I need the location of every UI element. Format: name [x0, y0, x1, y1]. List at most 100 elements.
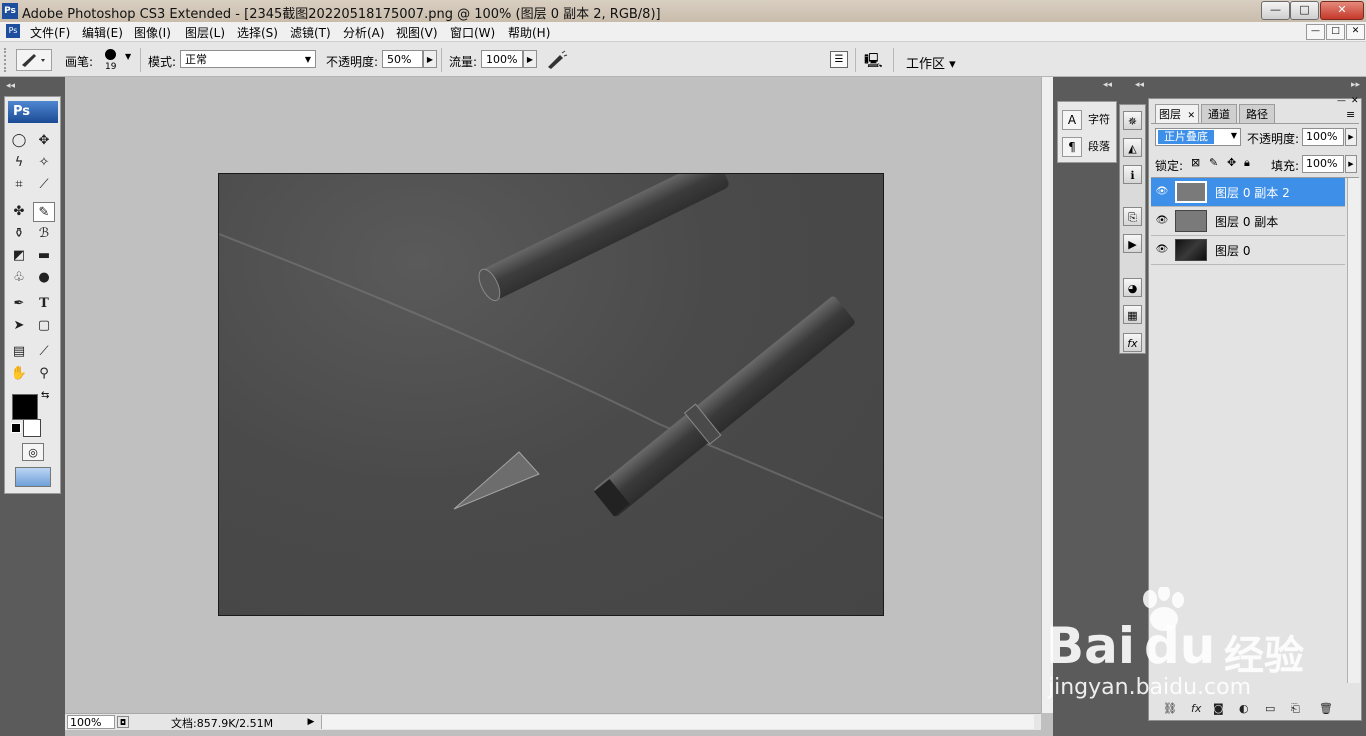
layer-row[interactable]: 👁︎ 图层 0: [1151, 236, 1345, 265]
doc-restore-button[interactable]: □: [1326, 24, 1345, 40]
layer-style-icon[interactable]: fx: [1191, 702, 1201, 715]
notes-tool-icon[interactable]: ▤: [8, 342, 30, 362]
doc-close-button[interactable]: ✕: [1346, 24, 1365, 40]
toolbox-logo[interactable]: Ps: [8, 101, 58, 123]
swatches-icon[interactable]: ▦: [1123, 305, 1142, 324]
navigator-icon[interactable]: ✵: [1123, 111, 1142, 130]
fill-slider-button[interactable]: ▶: [1345, 155, 1357, 173]
flow-slider-button[interactable]: ▶: [523, 50, 537, 68]
tab-layers[interactable]: 图层 ✕: [1155, 104, 1199, 123]
marquee-tool-icon[interactable]: ◯: [8, 131, 30, 151]
actions-icon[interactable]: ▶: [1123, 234, 1142, 253]
eye-icon[interactable]: 👁︎: [1154, 242, 1170, 258]
lasso-tool-icon[interactable]: ϟ: [8, 153, 30, 173]
crop-tool-icon[interactable]: ⌗: [8, 175, 30, 195]
tab-close-icon[interactable]: ✕: [1187, 111, 1195, 121]
magic-wand-tool-icon[interactable]: ✧: [33, 153, 55, 173]
panel-close-icon[interactable]: ✕: [1351, 96, 1359, 106]
adjustment-layer-icon[interactable]: ◐: [1239, 702, 1249, 715]
tool-preset-picker[interactable]: [16, 49, 52, 71]
flow-input[interactable]: 100%: [481, 50, 523, 68]
type-tool-icon[interactable]: T: [33, 294, 55, 314]
expand-arrows-icon[interactable]: ▸▸: [1351, 80, 1360, 90]
tab-channels[interactable]: 通道: [1201, 104, 1237, 123]
palette-well-icon[interactable]: ☰: [830, 51, 848, 68]
new-group-icon[interactable]: ▭: [1265, 702, 1275, 715]
doc-minimize-button[interactable]: —: [1306, 24, 1325, 40]
gradient-tool-icon[interactable]: ▬: [33, 246, 55, 266]
tab-paths[interactable]: 路径: [1239, 104, 1275, 123]
collapse-arrows-icon[interactable]: ◂◂: [1103, 80, 1112, 90]
healing-brush-tool-icon[interactable]: ✤: [8, 202, 30, 222]
history-icon[interactable]: ⎘: [1123, 207, 1142, 226]
menu-view[interactable]: 视图(V): [396, 24, 438, 41]
status-arrow-icon[interactable]: ▶: [305, 715, 317, 729]
path-selection-tool-icon[interactable]: ➤: [8, 316, 30, 336]
slice-tool-icon[interactable]: ⟋: [33, 175, 55, 195]
menu-image[interactable]: 图像(I): [134, 24, 171, 41]
styles-icon[interactable]: fx: [1123, 333, 1142, 352]
foreground-color-swatch[interactable]: [12, 394, 38, 420]
lock-transparent-icon[interactable]: ⊠: [1191, 156, 1200, 169]
menu-edit[interactable]: 编辑(E): [82, 24, 123, 41]
layer-name[interactable]: 图层 0 副本 2: [1215, 184, 1290, 201]
history-brush-tool-icon[interactable]: ℬ: [33, 224, 55, 244]
layer-name[interactable]: 图层 0: [1215, 242, 1250, 259]
layers-scrollbar[interactable]: [1347, 178, 1360, 683]
delete-layer-icon[interactable]: 🗑︎: [1319, 702, 1333, 715]
maximize-button[interactable]: □: [1290, 1, 1319, 20]
zoom-tool-icon[interactable]: ⚲: [33, 364, 55, 384]
eyedropper-tool-icon[interactable]: ⟋: [33, 342, 55, 362]
eye-icon[interactable]: 👁︎: [1154, 213, 1170, 229]
move-tool-icon[interactable]: ✥: [33, 131, 55, 151]
document-image[interactable]: [218, 173, 884, 616]
collapse-arrows-icon[interactable]: ◂◂: [6, 81, 15, 91]
menu-analysis[interactable]: 分析(A): [343, 24, 385, 41]
workspace-menu[interactable]: 工作区 ▾: [906, 53, 956, 72]
shape-tool-icon[interactable]: ▢: [33, 316, 55, 336]
panel-minimize-icon[interactable]: —: [1337, 96, 1346, 106]
paragraph-panel-button[interactable]: ¶ 段落: [1062, 136, 1114, 158]
close-button[interactable]: ✕: [1320, 1, 1364, 20]
quick-mask-icon[interactable]: ◎: [22, 443, 44, 461]
menu-help[interactable]: 帮助(H): [508, 24, 550, 41]
panel-menu-icon[interactable]: ≡: [1346, 108, 1355, 121]
options-grip[interactable]: [4, 48, 12, 72]
menu-file[interactable]: 文件(F): [30, 24, 70, 41]
collapse-arrows-icon[interactable]: ◂◂: [1135, 80, 1144, 90]
blend-mode-select[interactable]: 正片叠底 ▼: [1155, 128, 1241, 146]
menu-select[interactable]: 选择(S): [237, 24, 278, 41]
default-colors-icon[interactable]: [11, 423, 21, 433]
new-layer-icon[interactable]: ⎗: [1291, 702, 1300, 716]
layer-name[interactable]: 图层 0 副本: [1215, 213, 1278, 230]
lock-all-icon[interactable]: 🔒︎: [1244, 156, 1250, 170]
layer-mask-icon[interactable]: ◙: [1213, 702, 1224, 715]
eye-icon[interactable]: 👁︎: [1154, 184, 1170, 200]
bridge-icon[interactable]: 🖳: [864, 50, 888, 69]
opacity-slider-button[interactable]: ▶: [423, 50, 437, 68]
swap-colors-icon[interactable]: ⇆: [41, 390, 49, 401]
screen-mode-icon[interactable]: [15, 467, 51, 487]
horizontal-scrollbar[interactable]: [321, 715, 1034, 729]
lock-pixels-icon[interactable]: ✎: [1209, 156, 1218, 169]
menu-layer[interactable]: 图层(L): [185, 24, 225, 41]
pen-tool-icon[interactable]: ✒: [8, 294, 30, 314]
link-layers-icon[interactable]: ⛓: [1163, 702, 1177, 715]
dodge-tool-icon[interactable]: ●: [33, 268, 55, 288]
menu-filter[interactable]: 滤镜(T): [290, 24, 331, 41]
zoom-field[interactable]: 100%: [67, 715, 115, 729]
brush-tool-icon[interactable]: ✎: [33, 202, 55, 222]
menu-window[interactable]: 窗口(W): [450, 24, 495, 41]
character-panel-button[interactable]: A 字符: [1062, 109, 1114, 131]
layer-row[interactable]: 👁︎ 图层 0 副本: [1151, 207, 1345, 236]
clone-stamp-tool-icon[interactable]: ⚱: [8, 224, 30, 244]
status-menu-icon[interactable]: ◘: [117, 716, 129, 728]
fill-input[interactable]: 100%: [1302, 155, 1344, 173]
histogram-icon[interactable]: ◭: [1123, 138, 1142, 157]
layer-opacity-input[interactable]: 100%: [1302, 128, 1344, 146]
layer-opacity-slider-button[interactable]: ▶: [1345, 128, 1357, 146]
hand-tool-icon[interactable]: ✋: [8, 364, 30, 384]
document-icon[interactable]: Ps: [6, 24, 20, 38]
background-color-swatch[interactable]: [23, 419, 41, 437]
airbrush-toggle[interactable]: [545, 49, 569, 71]
